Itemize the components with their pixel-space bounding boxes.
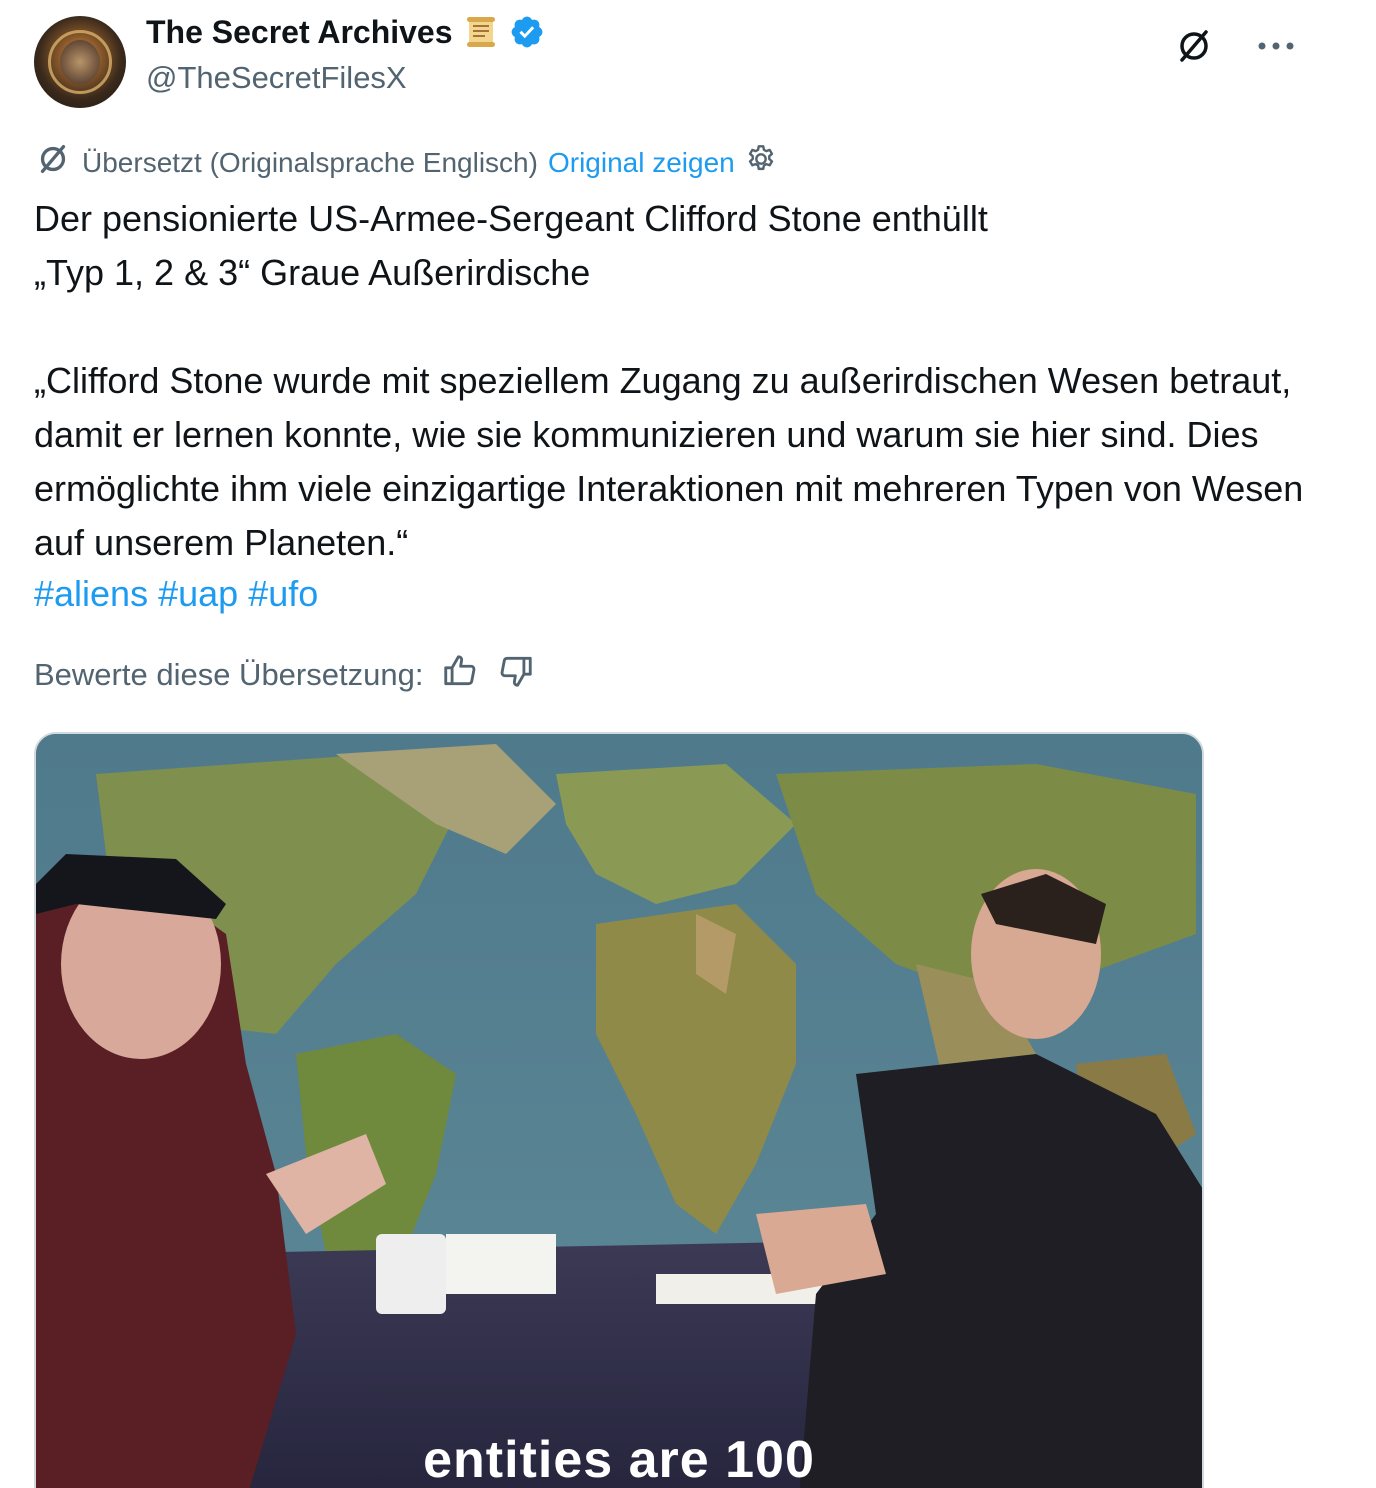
handle[interactable]: @TheSecretFilesX: [146, 60, 407, 96]
avatar[interactable]: [34, 16, 126, 108]
tweet-text: Der pensionierte US-Armee-Sergeant Cliff…: [34, 198, 1304, 563]
name-row: The Secret Archives: [146, 12, 545, 52]
show-original-link[interactable]: Original zeigen: [548, 147, 735, 179]
verified-badge-icon[interactable]: [509, 14, 545, 50]
hashtag-link[interactable]: #ufo: [248, 573, 318, 614]
video-still: [36, 734, 1202, 1488]
rate-translation-label: Bewerte diese Übersetzung:: [34, 657, 424, 692]
hashtags: #aliens #uap #ufo: [34, 567, 328, 621]
more-icon[interactable]: [1254, 26, 1298, 66]
tweet-header: The Secret Archives @TheSecretFilesX: [34, 10, 1344, 110]
top-actions: [1172, 26, 1298, 66]
grok-icon[interactable]: [1172, 26, 1216, 66]
gear-icon[interactable]: [745, 143, 777, 182]
thumbs-down-icon[interactable]: [497, 652, 535, 698]
scroll-icon: [463, 14, 499, 50]
avatar-emblem: [60, 40, 100, 84]
video-caption: entities are 100: [423, 1431, 815, 1488]
video-player[interactable]: entities are 100: [34, 732, 1204, 1488]
hashtag-link[interactable]: #aliens: [34, 573, 148, 614]
thumbs-up-icon[interactable]: [441, 652, 479, 698]
translation-row: Übersetzt (Originalsprache Englisch) Ori…: [34, 140, 777, 185]
display-name[interactable]: The Secret Archives: [146, 14, 453, 51]
grok-icon: [34, 140, 72, 185]
rate-translation-row: Bewerte diese Übersetzung:: [34, 652, 535, 698]
translation-note: Übersetzt (Originalsprache Englisch): [82, 146, 538, 178]
hashtag-link[interactable]: #uap: [158, 573, 238, 614]
